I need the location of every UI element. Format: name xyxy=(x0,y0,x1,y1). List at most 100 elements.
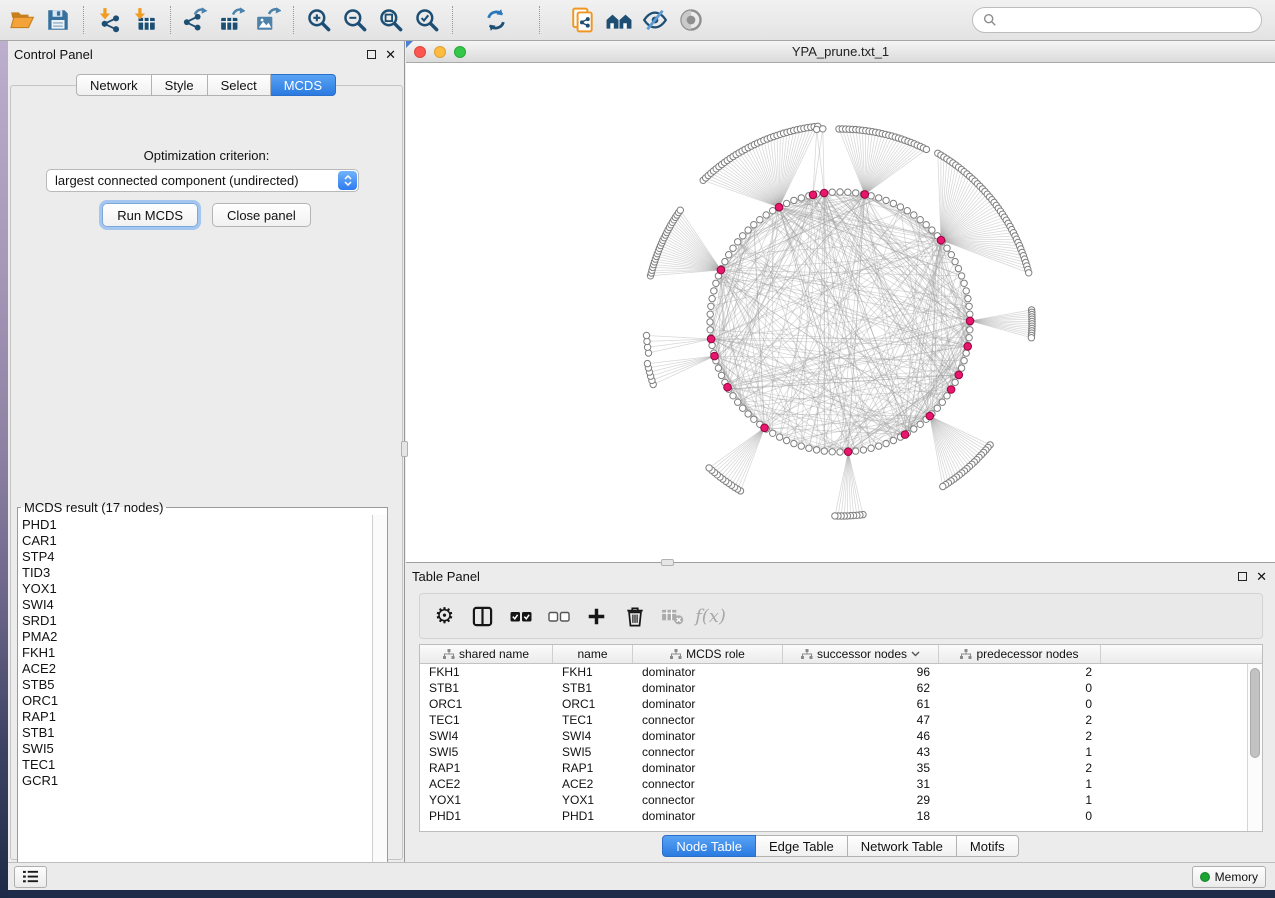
import-table-button[interactable] xyxy=(127,2,163,38)
graph-node[interactable] xyxy=(798,195,804,201)
graph-node[interactable] xyxy=(770,430,776,436)
graph-satellite-node[interactable] xyxy=(706,465,712,471)
graph-hub-node[interactable] xyxy=(711,352,719,360)
network-view-titlebar[interactable]: YPA_prune.txt_1 xyxy=(406,41,1275,63)
graph-node[interactable] xyxy=(829,189,835,195)
graph-hub-node[interactable] xyxy=(761,424,769,432)
graph-node[interactable] xyxy=(821,448,827,454)
graph-node[interactable] xyxy=(740,405,746,411)
delete-column-button[interactable] xyxy=(620,600,649,632)
graph-node[interactable] xyxy=(722,258,728,264)
splitter-handle-vertical[interactable] xyxy=(401,441,408,457)
graph-satellite-node[interactable] xyxy=(814,126,820,132)
graph-node[interactable] xyxy=(904,208,910,214)
graph-hub-node[interactable] xyxy=(775,203,783,211)
open-file-button[interactable] xyxy=(4,2,40,38)
mcds-result-item[interactable]: STB1 xyxy=(22,725,369,741)
graph-node[interactable] xyxy=(961,358,967,364)
search-box[interactable] xyxy=(972,7,1262,33)
graph-node[interactable] xyxy=(783,437,789,443)
graph-node[interactable] xyxy=(917,217,923,223)
graph-node[interactable] xyxy=(966,335,972,341)
table-row[interactable]: PHD1PHD1dominator180 xyxy=(420,808,1262,824)
column-header-name[interactable]: name xyxy=(553,645,633,663)
graph-hub-node[interactable] xyxy=(861,191,869,199)
graph-node[interactable] xyxy=(845,189,851,195)
float-panel-icon[interactable] xyxy=(367,50,376,59)
graph-node[interactable] xyxy=(952,379,958,385)
search-input[interactable] xyxy=(1003,13,1251,28)
tab-network-table[interactable]: Network Table xyxy=(848,835,957,857)
graph-node[interactable] xyxy=(713,280,719,286)
save-session-button[interactable] xyxy=(40,2,76,38)
splitter-handle-horizontal[interactable] xyxy=(661,559,674,566)
network-canvas[interactable] xyxy=(406,63,1275,562)
graph-node[interactable] xyxy=(837,449,843,455)
table-row[interactable]: TEC1TEC1connector472 xyxy=(420,712,1262,728)
graph-node[interactable] xyxy=(934,405,940,411)
table-scrollbar[interactable] xyxy=(1247,664,1262,831)
graph-node[interactable] xyxy=(757,217,763,223)
mcds-result-item[interactable]: STB5 xyxy=(22,677,369,693)
graph-node[interactable] xyxy=(911,212,917,218)
column-header-MCDS-role[interactable]: MCDS role xyxy=(633,645,783,663)
table-row[interactable]: ACE2ACE2connector311 xyxy=(420,776,1262,792)
table-row[interactable]: STB1STB1dominator620 xyxy=(420,680,1262,696)
mcds-result-item[interactable]: FKH1 xyxy=(22,645,369,661)
graph-satellite-node[interactable] xyxy=(923,146,929,152)
graph-hub-node[interactable] xyxy=(926,412,934,420)
graph-node[interactable] xyxy=(806,445,812,451)
graph-node[interactable] xyxy=(876,443,882,449)
add-column-button[interactable] xyxy=(582,600,611,632)
mcds-result-item[interactable]: ACE2 xyxy=(22,661,369,677)
graph-satellite-node[interactable] xyxy=(940,483,946,489)
export-image-button[interactable] xyxy=(250,2,286,38)
export-table-button[interactable] xyxy=(214,2,250,38)
graph-hub-node[interactable] xyxy=(947,386,955,394)
graph-node[interactable] xyxy=(707,311,713,317)
graph-node[interactable] xyxy=(783,200,789,206)
zoom-in-button[interactable] xyxy=(301,2,337,38)
export-network-button[interactable] xyxy=(178,2,214,38)
graph-node[interactable] xyxy=(709,295,715,301)
graph-node[interactable] xyxy=(791,440,797,446)
graph-node[interactable] xyxy=(730,245,736,251)
graph-satellite-node[interactable] xyxy=(644,360,650,366)
graph-hub-node[interactable] xyxy=(964,343,972,351)
graph-node[interactable] xyxy=(708,303,714,309)
graph-node[interactable] xyxy=(890,437,896,443)
graph-node[interactable] xyxy=(763,212,769,218)
graph-node[interactable] xyxy=(967,311,973,317)
table-row[interactable]: RAP1RAP1dominator352 xyxy=(420,760,1262,776)
column-header-shared-name[interactable]: shared name xyxy=(420,645,553,663)
zoom-selected-button[interactable] xyxy=(409,2,445,38)
result-scrollbar[interactable] xyxy=(372,515,387,872)
graph-node[interactable] xyxy=(944,393,950,399)
graph-node[interactable] xyxy=(735,239,741,245)
table-row[interactable]: SWI4SWI4dominator462 xyxy=(420,728,1262,744)
graph-node[interactable] xyxy=(791,197,797,203)
graph-node[interactable] xyxy=(751,222,757,228)
mcds-result-item[interactable]: STP4 xyxy=(22,549,369,565)
mcds-result-item[interactable]: SWI5 xyxy=(22,741,369,757)
graph-node[interactable] xyxy=(890,200,896,206)
graph-hub-node[interactable] xyxy=(809,191,817,199)
graph-node[interactable] xyxy=(798,443,804,449)
graph-node[interactable] xyxy=(868,445,874,451)
graph-node[interactable] xyxy=(967,327,973,333)
split-columns-button[interactable] xyxy=(468,600,497,632)
graph-node[interactable] xyxy=(829,449,835,455)
tab-mcds[interactable]: MCDS xyxy=(271,74,336,96)
refresh-layout-button[interactable] xyxy=(478,2,514,38)
graph-node[interactable] xyxy=(963,288,969,294)
tab-edge-table[interactable]: Edge Table xyxy=(756,835,848,857)
mcds-result-item[interactable]: PMA2 xyxy=(22,629,369,645)
mcds-result-item[interactable]: CAR1 xyxy=(22,533,369,549)
share-document-button[interactable] xyxy=(565,2,601,38)
graph-hub-node[interactable] xyxy=(717,266,725,274)
graph-node[interactable] xyxy=(955,265,961,271)
mcds-result-item[interactable]: RAP1 xyxy=(22,709,369,725)
graph-node[interactable] xyxy=(715,365,721,371)
graph-node[interactable] xyxy=(961,280,967,286)
table-row[interactable]: FKH1FKH1dominator962 xyxy=(420,664,1262,680)
